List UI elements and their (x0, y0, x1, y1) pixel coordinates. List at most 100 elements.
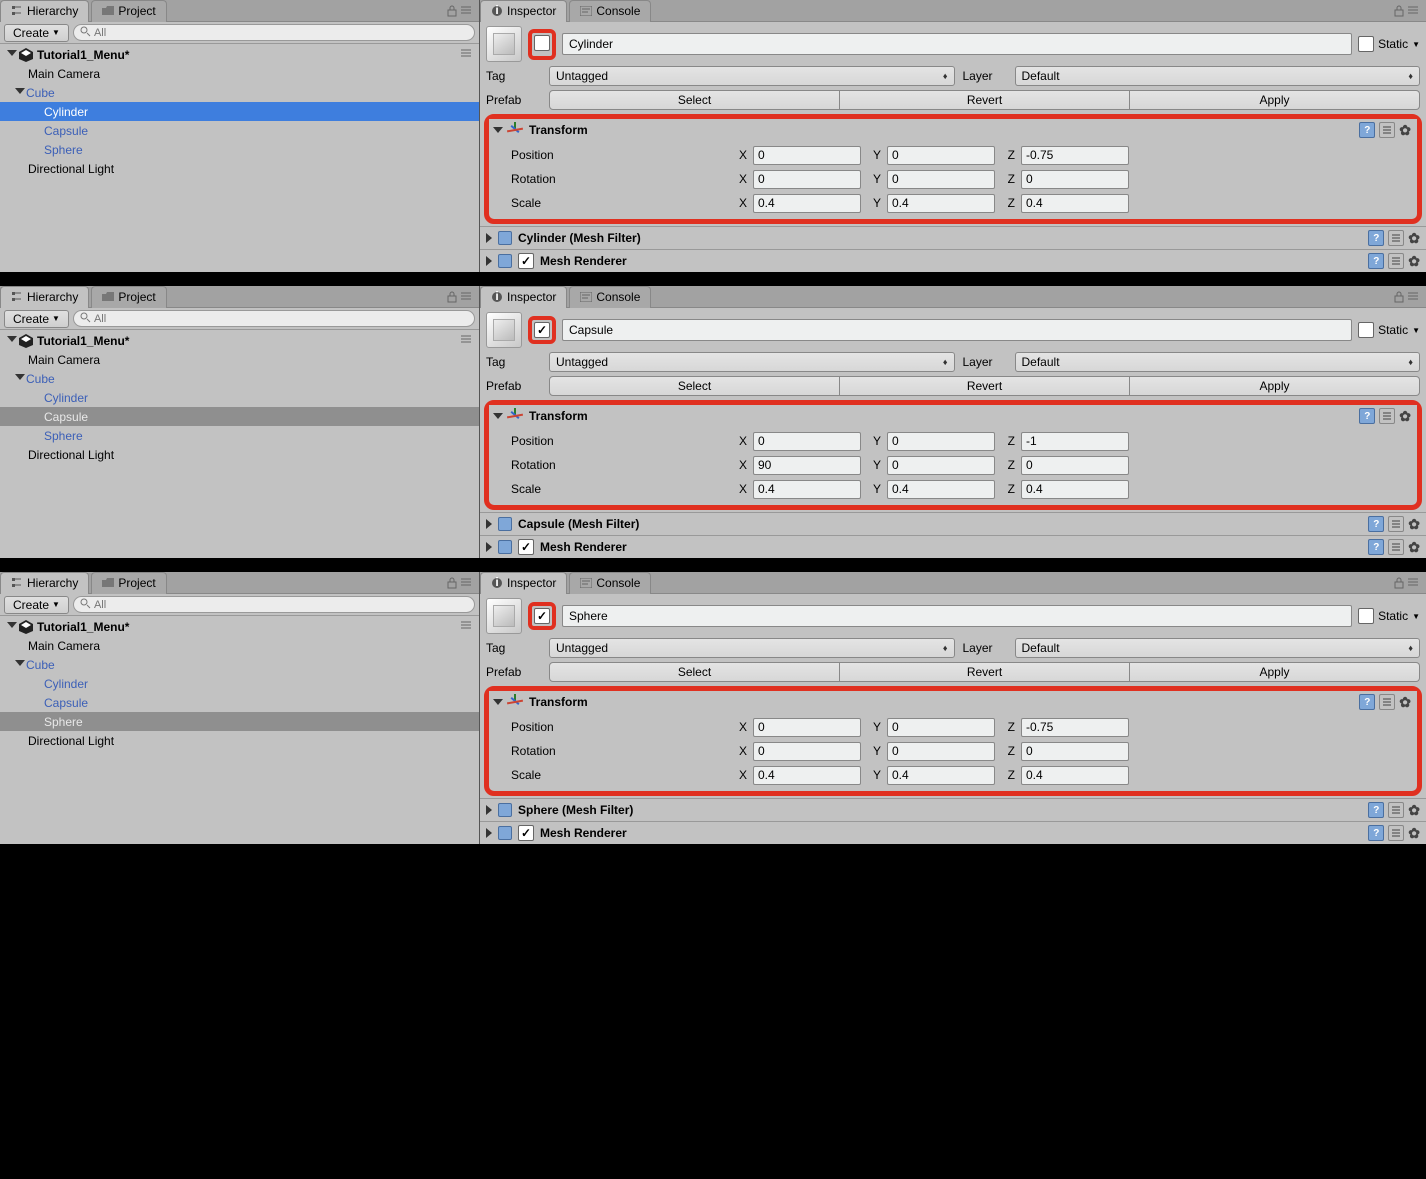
tree-item-main-camera[interactable]: Main Camera (0, 64, 479, 83)
lock-icon[interactable] (447, 577, 457, 589)
transform-position-y[interactable] (887, 718, 995, 737)
inspector-tab[interactable]: i Inspector (480, 0, 567, 22)
transform-rotation-y[interactable] (887, 170, 995, 189)
panel-menu-icon[interactable] (461, 292, 473, 302)
tree-item-cube[interactable]: Cube (0, 369, 479, 388)
expand-icon[interactable] (486, 828, 492, 838)
scene-row[interactable]: Tutorial1_Menu* (0, 45, 479, 64)
mesh-renderer-enabled-checkbox[interactable] (518, 539, 534, 555)
transform-rotation-z[interactable] (1021, 170, 1129, 189)
transform-header[interactable]: Transform ? ✿ (489, 119, 1417, 141)
tree-item-main-camera[interactable]: Main Camera (0, 636, 479, 655)
transform-rotation-y[interactable] (887, 742, 995, 761)
scene-row[interactable]: Tutorial1_Menu* (0, 331, 479, 350)
panel-menu-icon[interactable] (1408, 6, 1420, 16)
inspector-tab[interactable]: i Inspector (480, 572, 567, 594)
gear-icon[interactable]: ✿ (1408, 516, 1420, 533)
chevron-down-icon[interactable]: ▼ (1412, 612, 1420, 621)
tree-item-capsule[interactable]: Capsule (0, 693, 479, 712)
gameobject-icon[interactable] (486, 312, 522, 348)
preset-icon[interactable] (1379, 408, 1395, 424)
tag-dropdown[interactable]: Untagged ♦ (549, 352, 955, 372)
transform-scale-x[interactable] (753, 194, 861, 213)
expand-icon[interactable] (486, 805, 492, 815)
panel-menu-icon[interactable] (1408, 292, 1420, 302)
transform-position-z[interactable] (1021, 432, 1129, 451)
lock-icon[interactable] (1394, 5, 1404, 17)
row-menu-icon[interactable] (461, 620, 479, 634)
layer-dropdown[interactable]: Default ♦ (1015, 66, 1421, 86)
create-button[interactable]: Create ▼ (4, 24, 69, 42)
gameobject-icon[interactable] (486, 26, 522, 62)
transform-header[interactable]: Transform ? ✿ (489, 405, 1417, 427)
console-tab[interactable]: Console (569, 286, 651, 308)
gameobject-name-field[interactable]: Capsule (562, 319, 1352, 341)
tag-dropdown[interactable]: Untagged ♦ (549, 66, 955, 86)
transform-scale-z[interactable] (1021, 480, 1129, 499)
hierarchy-tab[interactable]: Hierarchy (0, 572, 89, 594)
search-field[interactable] (94, 599, 468, 611)
expand-icon[interactable] (6, 48, 18, 61)
mesh-filter-header[interactable]: Sphere (Mesh Filter) ? ✿ (480, 799, 1426, 821)
transform-scale-y[interactable] (887, 766, 995, 785)
mesh-filter-header[interactable]: Capsule (Mesh Filter) ? ✿ (480, 513, 1426, 535)
transform-position-x[interactable] (753, 146, 861, 165)
tree-item-cylinder[interactable]: Cylinder (0, 674, 479, 693)
gear-icon[interactable]: ✿ (1399, 694, 1411, 711)
transform-scale-x[interactable] (753, 766, 861, 785)
panel-menu-icon[interactable] (461, 578, 473, 588)
static-checkbox[interactable] (1358, 322, 1374, 338)
transform-rotation-z[interactable] (1021, 742, 1129, 761)
tree-item-cube[interactable]: Cube (0, 83, 479, 102)
transform-rotation-x[interactable] (753, 742, 861, 761)
tree-item-capsule[interactable]: Capsule (0, 407, 479, 426)
mesh-filter-header[interactable]: Cylinder (Mesh Filter) ? ✿ (480, 227, 1426, 249)
tree-item-sphere[interactable]: Sphere (0, 712, 479, 731)
help-icon[interactable]: ? (1359, 408, 1375, 424)
search-field[interactable] (94, 313, 468, 325)
chevron-down-icon[interactable]: ▼ (1412, 40, 1420, 49)
prefab-select-button[interactable]: Select (549, 90, 840, 110)
project-tab[interactable]: Project (91, 572, 166, 594)
expand-icon[interactable] (493, 127, 503, 133)
transform-scale-y[interactable] (887, 194, 995, 213)
gameobject-name-field[interactable]: Sphere (562, 605, 1352, 627)
transform-header[interactable]: Transform ? ✿ (489, 691, 1417, 713)
tree-item-directional-light[interactable]: Directional Light (0, 159, 479, 178)
preset-icon[interactable] (1379, 122, 1395, 138)
preset-icon[interactable] (1388, 802, 1404, 818)
transform-scale-y[interactable] (887, 480, 995, 499)
create-button[interactable]: Create ▼ (4, 310, 69, 328)
mesh-renderer-enabled-checkbox[interactable] (518, 825, 534, 841)
expand-icon[interactable] (14, 372, 26, 385)
transform-position-y[interactable] (887, 432, 995, 451)
lock-icon[interactable] (1394, 577, 1404, 589)
tree-item-cylinder[interactable]: Cylinder (0, 102, 479, 121)
inspector-tab[interactable]: i Inspector (480, 286, 567, 308)
expand-icon[interactable] (486, 233, 492, 243)
preset-icon[interactable] (1388, 516, 1404, 532)
panel-menu-icon[interactable] (1408, 578, 1420, 588)
preset-icon[interactable] (1388, 825, 1404, 841)
prefab-apply-button[interactable]: Apply (1130, 662, 1420, 682)
preset-icon[interactable] (1388, 539, 1404, 555)
transform-rotation-x[interactable] (753, 456, 861, 475)
enabled-checkbox[interactable] (534, 608, 550, 624)
tree-item-cylinder[interactable]: Cylinder (0, 388, 479, 407)
help-icon[interactable]: ? (1368, 230, 1384, 246)
expand-icon[interactable] (493, 699, 503, 705)
mesh-renderer-enabled-checkbox[interactable] (518, 253, 534, 269)
gear-icon[interactable]: ✿ (1408, 539, 1420, 556)
panel-menu-icon[interactable] (461, 6, 473, 16)
transform-position-y[interactable] (887, 146, 995, 165)
tree-item-sphere[interactable]: Sphere (0, 426, 479, 445)
prefab-apply-button[interactable]: Apply (1130, 90, 1420, 110)
expand-icon[interactable] (486, 519, 492, 529)
gear-icon[interactable]: ✿ (1399, 408, 1411, 425)
preset-icon[interactable] (1388, 253, 1404, 269)
lock-icon[interactable] (447, 291, 457, 303)
gear-icon[interactable]: ✿ (1408, 825, 1420, 842)
tree-item-cube[interactable]: Cube (0, 655, 479, 674)
transform-scale-z[interactable] (1021, 766, 1129, 785)
gameobject-name-field[interactable]: Cylinder (562, 33, 1352, 55)
